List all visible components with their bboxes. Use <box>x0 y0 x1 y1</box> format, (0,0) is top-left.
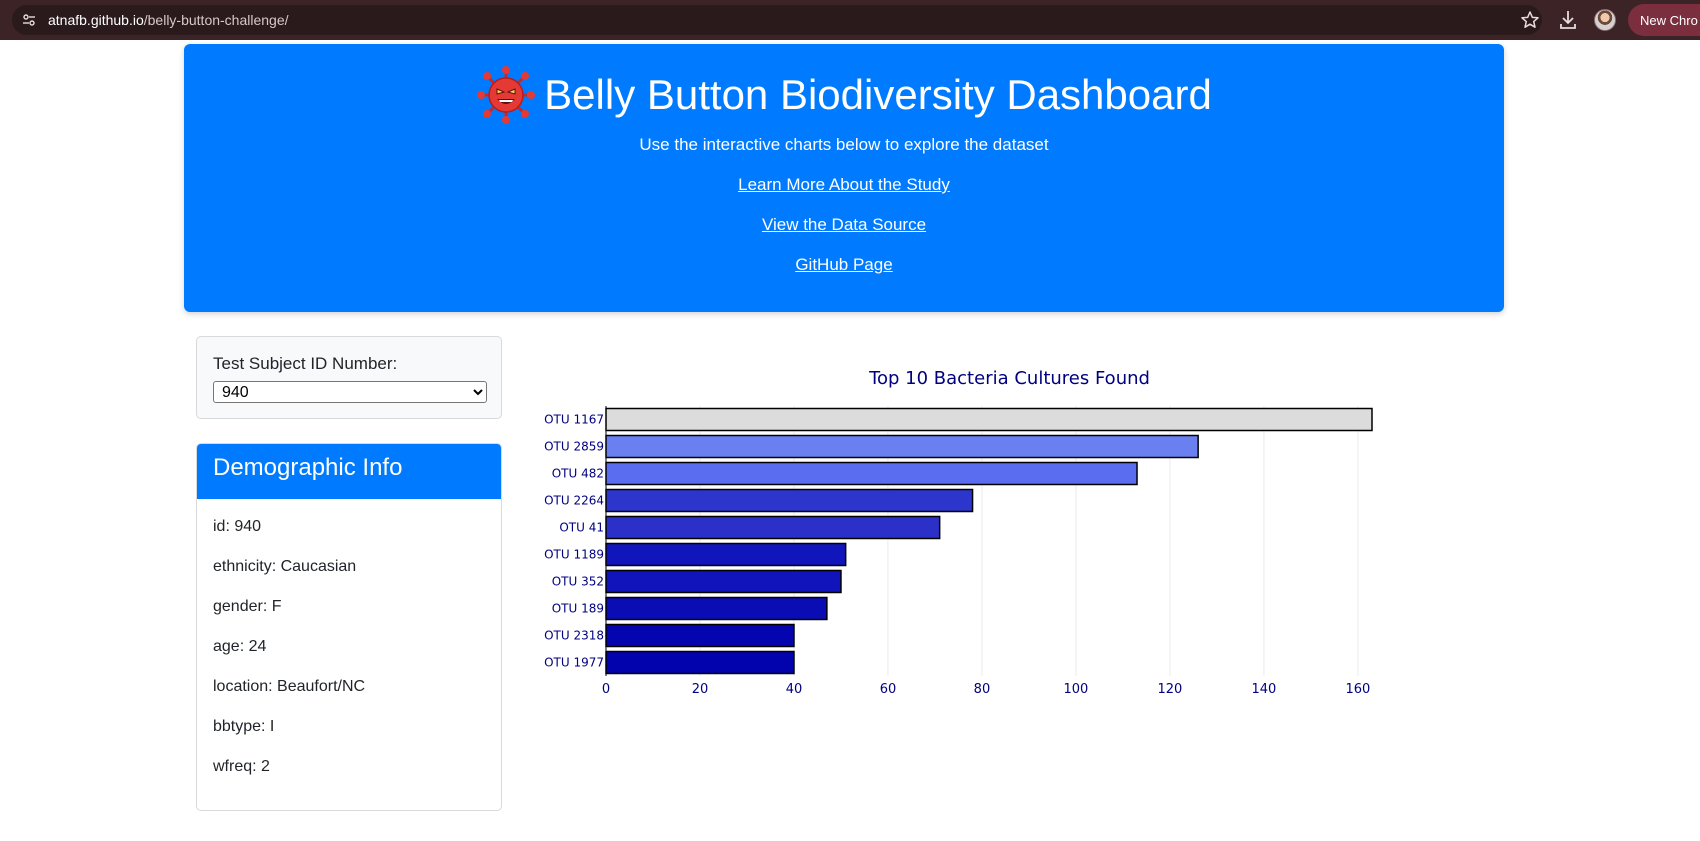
site-settings-icon[interactable] <box>22 13 36 27</box>
x-tick-label: 20 <box>692 682 709 697</box>
learn-more-link[interactable]: Learn More About the Study <box>738 175 950 194</box>
learn-more-link-row: Learn More About the Study <box>184 175 1504 195</box>
bar-otu-1167[interactable] <box>605 407 1373 432</box>
subject-id-dropdown[interactable]: 940 <box>213 381 487 403</box>
y-tick-label: OTU 2318 <box>544 629 604 643</box>
demographic-info-header: Demographic Info <box>197 444 501 499</box>
bar-otu-1977[interactable] <box>605 650 795 675</box>
bar-otu-2859[interactable] <box>605 434 1199 459</box>
y-tick-label: OTU 41 <box>559 521 604 535</box>
github-page-link[interactable]: GitHub Page <box>795 255 892 274</box>
address-bar[interactable]: atnafb.github.io/belly-button-challenge/ <box>12 5 1542 35</box>
github-link-row: GitHub Page <box>184 255 1504 275</box>
y-tick-label: OTU 352 <box>552 575 604 589</box>
y-tick-label: OTU 482 <box>552 467 604 481</box>
y-tick-label: OTU 2264 <box>544 494 604 508</box>
url-host: atnafb.github.io <box>48 12 144 28</box>
y-tick-label: OTU 1167 <box>544 413 604 427</box>
url-text[interactable]: atnafb.github.io/belly-button-challenge/ <box>48 12 289 28</box>
y-tick-label: OTU 1977 <box>544 656 604 670</box>
demo-bbtype: bbtype: I <box>213 718 275 735</box>
virus-icon <box>477 66 536 124</box>
y-tick-label: OTU 2859 <box>544 440 604 454</box>
subject-select-label: Test Subject ID Number: <box>213 354 398 373</box>
url-path: /belly-button-challenge/ <box>143 12 289 28</box>
bar-otu-482[interactable] <box>605 461 1138 486</box>
demo-age: age: 24 <box>213 638 267 655</box>
bar-otu-352[interactable] <box>605 569 842 594</box>
x-tick-label: 160 <box>1345 682 1370 697</box>
profile-avatar[interactable] <box>1594 9 1616 31</box>
x-tick-label: 80 <box>974 682 991 697</box>
demo-wfreq: wfreq: 2 <box>213 758 270 775</box>
demo-id: id: 940 <box>213 518 262 535</box>
demographic-info-card: Demographic Info id: 940 ethnicity: Cauc… <box>196 443 502 811</box>
bar-chart[interactable]: 0 20 40 60 80 100 120 140 160 OTU 1167 OTU 2859 OTU… <box>520 344 1420 744</box>
bar-otu-41[interactable] <box>605 515 941 540</box>
download-icon[interactable] <box>1558 9 1578 31</box>
bar-otu-2318[interactable] <box>605 623 795 648</box>
demo-location: location: Beaufort/NC <box>213 678 366 695</box>
header-subtitle: Use the interactive charts below to expl… <box>639 135 1049 154</box>
y-tick-label: OTU 1189 <box>544 548 604 562</box>
demo-ethnicity: ethnicity: Caucasian <box>213 558 357 575</box>
x-tick-label: 100 <box>1064 682 1089 697</box>
demographic-info-body: id: 940 ethnicity: Caucasian gender: F a… <box>197 499 501 798</box>
header-banner: Belly Button Biodiversity Dashboard Use … <box>184 44 1504 312</box>
demographic-info-title: Demographic Info <box>213 454 403 481</box>
x-tick-label: 120 <box>1158 682 1183 697</box>
page-title: Belly Button Biodiversity Dashboard <box>544 71 1212 118</box>
bar-otu-189[interactable] <box>605 596 828 621</box>
x-tick-label: 140 <box>1252 682 1277 697</box>
bar-otu-2264[interactable] <box>605 488 974 513</box>
data-source-link[interactable]: View the Data Source <box>762 215 926 234</box>
new-chrome-button[interactable]: New Chro <box>1628 4 1700 36</box>
y-tick-label: OTU 189 <box>552 602 604 616</box>
subject-select-card: Test Subject ID Number: 940 <box>196 336 502 419</box>
data-source-link-row: View the Data Source <box>184 215 1504 235</box>
bookmark-star-icon[interactable] <box>1520 10 1540 30</box>
browser-toolbar: atnafb.github.io/belly-button-challenge/… <box>0 0 1700 40</box>
x-tick-label: 60 <box>880 682 897 697</box>
title-row: Belly Button Biodiversity Dashboard <box>184 63 1504 127</box>
x-tick-label: 40 <box>786 682 803 697</box>
x-tick-label: 0 <box>602 682 610 697</box>
bar-chart-container: Top 10 Bacteria Cultures Found 0 20 40 60 80… <box>520 344 1420 744</box>
demo-gender: gender: F <box>213 598 282 615</box>
bar-otu-1189[interactable] <box>605 542 847 567</box>
